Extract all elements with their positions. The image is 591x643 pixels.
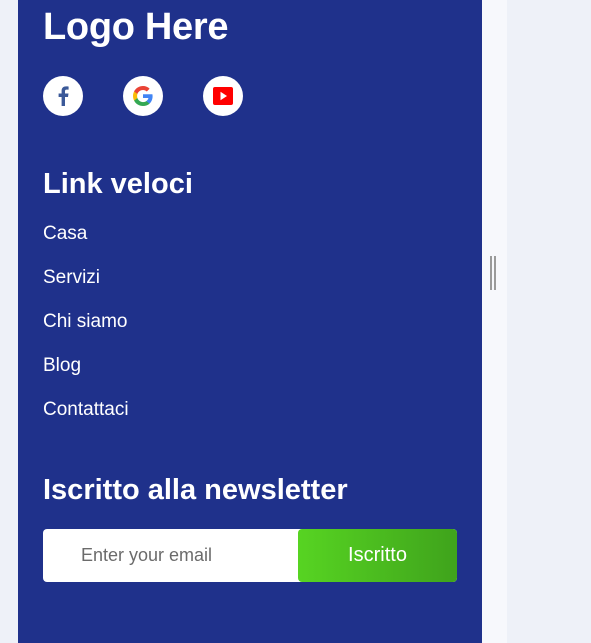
google-icon: [133, 86, 153, 106]
logo-text: Logo Here: [43, 6, 229, 48]
youtube-icon: [213, 87, 233, 105]
youtube-link[interactable]: [203, 76, 243, 116]
page: Logo Here Link veloci Casa Servizi Chi s…: [0, 0, 591, 643]
subscribe-button[interactable]: Iscritto: [298, 529, 457, 582]
newsletter-form: Iscritto: [43, 529, 457, 582]
facebook-link[interactable]: [43, 76, 83, 116]
link-servizi[interactable]: Servizi: [43, 266, 129, 310]
side-strip: [482, 0, 507, 643]
link-casa[interactable]: Casa: [43, 222, 129, 266]
link-contattaci[interactable]: Contattaci: [43, 398, 129, 442]
quick-links-heading: Link veloci: [43, 168, 193, 200]
link-blog[interactable]: Blog: [43, 354, 129, 398]
resize-handle[interactable]: [490, 256, 496, 290]
link-chi-siamo[interactable]: Chi siamo: [43, 310, 129, 354]
email-input[interactable]: [43, 529, 298, 582]
newsletter-heading: Iscritto alla newsletter: [43, 474, 348, 506]
quick-links-list: Casa Servizi Chi siamo Blog Contattaci: [43, 222, 129, 442]
facebook-icon: [57, 86, 69, 106]
google-link[interactable]: [123, 76, 163, 116]
